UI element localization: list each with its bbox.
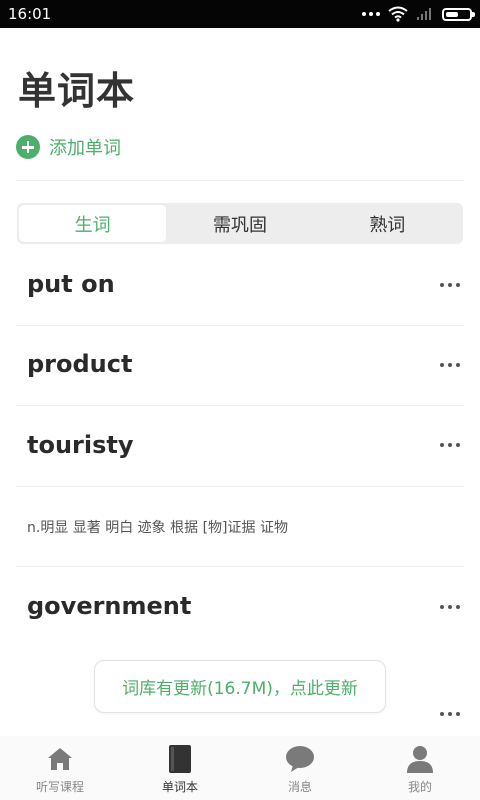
word-text: touristy (27, 431, 134, 459)
plus-circle-icon (16, 135, 40, 159)
more-options-icon[interactable] (440, 711, 460, 717)
add-word-button[interactable]: 添加单词 (16, 134, 121, 160)
divider (16, 180, 464, 181)
battery-icon (442, 7, 475, 21)
status-icons (362, 4, 475, 24)
word-text: product (27, 350, 133, 378)
status-time: 16:01 (8, 5, 52, 23)
tab-known-words[interactable]: 熟词 (314, 205, 461, 242)
update-library-button[interactable]: 词库有更新(16.7M)，点此更新 (94, 660, 386, 713)
word-row[interactable]: government (16, 567, 464, 648)
nav-item-messages[interactable]: 消息 (240, 736, 360, 800)
more-options-icon[interactable] (440, 442, 460, 448)
word-definition: n.明显 显著 明白 迹象 根据 [物]证据 证物 (27, 520, 288, 536)
word-definition-row[interactable]: n.明显 显著 明白 迹象 根据 [物]证据 证物 (16, 487, 464, 567)
wifi-icon (388, 6, 408, 22)
status-bar: 16:01 (0, 0, 480, 28)
chat-bubble-icon (285, 744, 315, 774)
add-word-label: 添加单词 (49, 138, 121, 159)
word-tabs: 生词 需巩固 熟词 (17, 203, 463, 244)
more-notifications-icon (362, 12, 380, 16)
more-options-icon[interactable] (440, 604, 460, 610)
more-options-icon[interactable] (440, 362, 460, 368)
word-text: government (27, 592, 192, 620)
nav-label: 单词本 (161, 780, 198, 794)
signal-icon (417, 8, 431, 20)
word-row[interactable]: product (16, 326, 464, 406)
nav-label: 消息 (287, 780, 312, 794)
tab-needs-review[interactable]: 需巩固 (166, 205, 313, 242)
nav-item-courses[interactable]: 听写课程 (0, 736, 120, 800)
word-row[interactable]: touristy (16, 406, 464, 487)
nav-item-wordbook[interactable]: 单词本 (120, 736, 240, 800)
more-options-icon[interactable] (440, 282, 460, 288)
page-title: 单词本 (18, 69, 136, 113)
tab-new-words[interactable]: 生词 (19, 205, 167, 242)
word-text: put on (27, 270, 115, 298)
book-icon (165, 744, 195, 774)
word-row[interactable]: put on (16, 245, 464, 326)
person-icon (405, 744, 435, 774)
nav-item-profile[interactable]: 我的 (360, 736, 480, 800)
home-icon (45, 744, 75, 774)
bottom-nav: 听写课程 单词本 消息 我的 (0, 736, 480, 800)
nav-label: 我的 (407, 780, 432, 794)
nav-label: 听写课程 (35, 780, 84, 794)
